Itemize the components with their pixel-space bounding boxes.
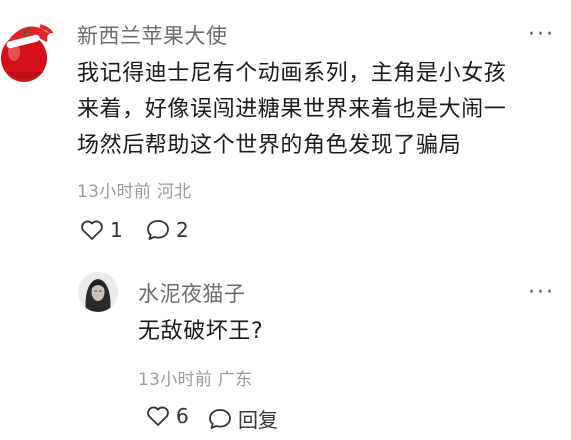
reply-like-count: 6 [176, 404, 189, 428]
reply-reply-button[interactable]: 回复 [208, 404, 278, 433]
comment-reply-count: 2 [176, 218, 189, 242]
comment-text-line: 来着，好像误闯进糖果世界来着也是大闹一 [77, 97, 507, 122]
comment-location: 河北 [156, 182, 192, 202]
apple-santa-hat-icon [1, 24, 57, 82]
reply-author[interactable]: 水泥夜猫子 [138, 278, 246, 308]
avatar-portrait-icon [78, 272, 118, 312]
speech-bubble-icon [147, 220, 169, 240]
heart-outline-icon [81, 220, 103, 240]
reply-like-button[interactable]: 6 [146, 404, 189, 428]
comment-reply-button[interactable]: 2 [146, 218, 189, 242]
more-dots-icon[interactable]: ··· [528, 24, 555, 46]
reply-meta: 13小时前 广东 [138, 365, 252, 390]
reply-time: 13小时前 [138, 370, 213, 390]
comment-author[interactable]: 新西兰苹果大使 [77, 20, 228, 50]
reply-reply-label: 回复 [238, 408, 278, 432]
speech-bubble-icon [209, 408, 231, 429]
comment-time: 13小时前 [77, 182, 152, 202]
comment-text-line: 我记得迪士尼有个动画系列，主角是小女孩 [77, 61, 507, 86]
reply-location: 广东 [217, 370, 253, 390]
comment-like-count: 1 [110, 218, 123, 242]
more-dots-icon[interactable]: ··· [528, 282, 555, 304]
comment-like-button[interactable]: 1 [80, 218, 123, 242]
avatar-apple[interactable] [0, 14, 57, 84]
heart-outline-icon [147, 406, 169, 426]
reply-text: 无敌破坏王? [138, 319, 264, 344]
avatar-reply-user[interactable] [78, 272, 118, 312]
comment-text: 我记得迪士尼有个动画系列，主角是小女孩 来着，好像误闯进糖果世界来着也是大闹一 … [77, 56, 557, 164]
comment-meta: 13小时前 河北 [77, 177, 191, 202]
comment-text-line: 场然后帮助这个世界的角色发现了骗局 [77, 133, 462, 158]
